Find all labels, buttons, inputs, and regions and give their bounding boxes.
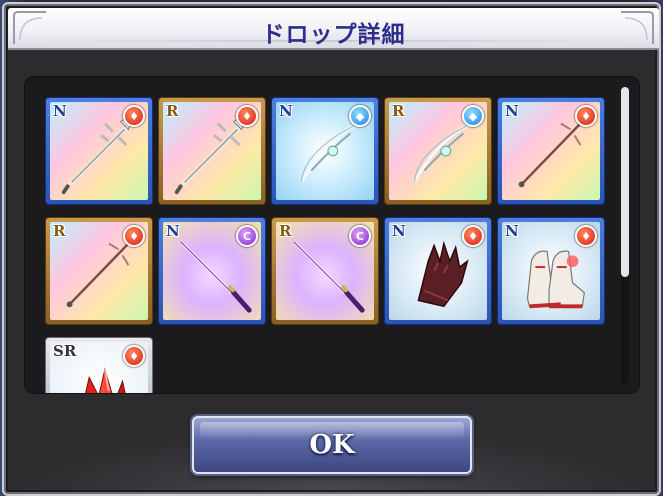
fire-icon: ♦: [123, 105, 145, 127]
water-icon: ◆: [349, 105, 371, 127]
water-icon: ◆: [462, 105, 484, 127]
rarity-label: SR: [53, 342, 77, 360]
rarity-label: N: [505, 102, 519, 120]
item-art-frame: SR ♦: [50, 342, 148, 393]
item-art-frame: NC: [163, 222, 261, 320]
drop-item[interactable]: N ♦: [497, 217, 605, 325]
item-art-frame: RC: [276, 222, 374, 320]
rarity-label: N: [166, 222, 180, 240]
drop-item-list[interactable]: N ♦ R ♦ N ◆ R ◆ N ♦ R ♦ N C R C N ♦ N ♦ SR ♦: [24, 76, 640, 394]
drop-item[interactable]: N ◆: [271, 97, 379, 205]
drop-item[interactable]: N ♦: [497, 97, 605, 205]
item-art-frame: N ♦: [502, 222, 600, 320]
drop-item[interactable]: RC: [271, 217, 379, 325]
drop-item[interactable]: N ♦: [384, 217, 492, 325]
drop-item[interactable]: R ♦: [158, 97, 266, 205]
fire-icon: ♦: [575, 105, 597, 127]
fire-icon: ♦: [123, 345, 145, 367]
item-art-frame: R ◆: [389, 102, 487, 200]
rarity-label: R: [279, 222, 292, 240]
dialog-title: ドロップ詳細: [261, 22, 406, 48]
fire-icon: ♦: [462, 225, 484, 247]
ok-button-label: OK: [309, 430, 355, 460]
item-art-frame: R ♦: [163, 102, 261, 200]
drop-item[interactable]: SR ♦: [45, 337, 153, 393]
fire-icon: ♦: [236, 105, 258, 127]
scrollbar[interactable]: [621, 87, 629, 385]
ok-button[interactable]: OK: [192, 416, 472, 474]
rarity-label: R: [392, 102, 405, 120]
fire-icon: ♦: [123, 225, 145, 247]
drop-item[interactable]: R ♦: [45, 217, 153, 325]
drop-item[interactable]: R ◆: [384, 97, 492, 205]
rarity-label: N: [279, 102, 293, 120]
rarity-label: N: [53, 102, 67, 120]
drop-item[interactable]: N ♦: [45, 97, 153, 205]
drop-item[interactable]: NC: [158, 217, 266, 325]
rarity-label: R: [53, 222, 66, 240]
item-art-frame: N ♦: [50, 102, 148, 200]
dark-icon: C: [349, 225, 371, 247]
scrollbar-thumb[interactable]: [621, 87, 629, 277]
title-bar: ドロップ詳細: [8, 8, 659, 50]
rarity-label: N: [392, 222, 406, 240]
rarity-label: N: [505, 222, 519, 240]
rarity-label: R: [166, 102, 179, 120]
fire-icon: ♦: [575, 225, 597, 247]
item-art-frame: N ♦: [502, 102, 600, 200]
item-art-frame: N ◆: [276, 102, 374, 200]
item-art-frame: R ♦: [50, 222, 148, 320]
dark-icon: C: [236, 225, 258, 247]
item-art-frame: N ♦: [389, 222, 487, 320]
